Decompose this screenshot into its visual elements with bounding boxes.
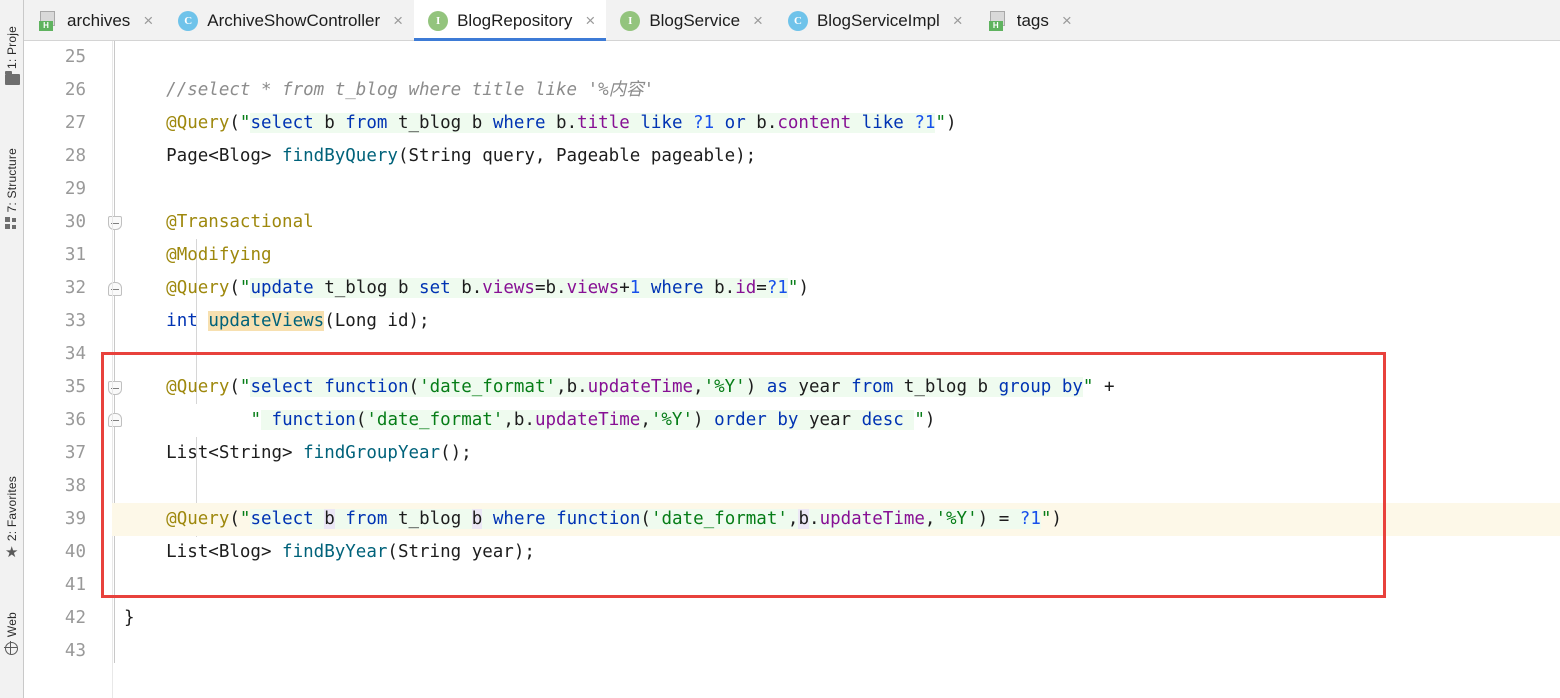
line-number: 33 [64,311,86,331]
code-line[interactable]: @Modifying [112,239,1560,272]
tool-window-structure[interactable]: 7: Structure [0,148,24,231]
tab-label: BlogRepository [457,10,573,30]
code-line[interactable]: Page<Blog> findByQuery(String query, Pag… [112,140,1560,173]
code-editor[interactable]: 25 26 27 28 29 30 31 32 33 34 35 36 37 3… [24,41,1560,698]
close-icon[interactable]: × [753,12,763,29]
tab-label: BlogService [649,10,741,30]
code-line[interactable]: List<Blog> findByYear(String year); [112,536,1560,569]
close-icon[interactable]: × [143,12,153,29]
tool-window-favorites[interactable]: 2: Favorites ★ [0,476,24,560]
close-icon[interactable]: × [953,12,963,29]
line-number: 39 [64,509,86,529]
tab-blogserviceimpl[interactable]: C BlogServiceImpl × [774,0,974,41]
java-interface-icon: I [428,10,449,31]
tool-window-web[interactable]: Web [0,612,24,656]
code-line[interactable]: List<String> findGroupYear(); [112,437,1560,470]
code-line[interactable]: @Query("select function('date_format',b.… [112,371,1560,404]
line-number: 41 [64,575,86,595]
java-class-icon: C [178,10,199,31]
close-icon[interactable]: × [585,12,595,29]
code-line[interactable] [112,41,1560,74]
star-icon: ★ [5,544,19,562]
code-line[interactable]: int updateViews(Long id); [112,305,1560,338]
close-icon[interactable]: × [1062,12,1072,29]
code-line[interactable] [112,635,1560,668]
java-interface-icon: I [620,10,641,31]
code-comment: //select * from t_blog where title like … [166,80,655,100]
tab-blogservice[interactable]: I BlogService × [606,0,774,41]
code-line[interactable]: } [112,602,1560,635]
tool-window-web-label: Web [5,612,19,638]
line-number: 36 [64,410,86,430]
code-line[interactable] [112,470,1560,503]
folder-icon [5,70,20,86]
tab-blogrepository[interactable]: I BlogRepository × [414,0,607,41]
tool-window-project[interactable]: 1: Proje [0,26,24,86]
line-number: 43 [64,641,86,661]
left-tool-strip: 1: Proje 7: Structure 2: Favorites ★ Web [0,0,24,698]
line-number: 34 [64,344,86,364]
code-content[interactable]: //select * from t_blog where title like … [112,41,1560,698]
line-number: 42 [64,608,86,628]
line-number: 25 [64,47,86,67]
code-line-caret[interactable]: @Query("select b from t_blog b where fun… [112,503,1560,536]
tab-label: BlogServiceImpl [816,10,940,30]
code-line[interactable]: //select * from t_blog where title like … [112,74,1560,107]
tab-label: archives [67,10,131,30]
code-line[interactable] [112,569,1560,602]
line-number: 32 [64,278,86,298]
line-number: 29 [64,179,86,199]
editor-tab-bar: archives × C ArchiveShowController × I B… [24,0,1560,41]
ide-window: 1: Proje 7: Structure 2: Favorites ★ Web [0,0,1560,698]
tab-archiveshowcontroller[interactable]: C ArchiveShowController × [164,0,414,41]
line-number: 40 [64,542,86,562]
code-line[interactable]: " function('date_format',b.updateTime,'%… [112,404,1560,437]
line-number: 27 [64,113,86,133]
html-file-icon [988,10,1008,31]
line-number: 30 [64,212,86,232]
code-line[interactable]: @Query("update t_blog b set b.views=b.vi… [112,272,1560,305]
code-line[interactable] [112,338,1560,371]
tool-window-structure-label: 7: Structure [5,148,19,213]
html-file-icon [38,10,58,31]
line-number: 31 [64,245,86,265]
line-number: 26 [64,80,86,100]
tab-label: ArchiveShowController [207,10,381,30]
tool-window-project-label: 1: Proje [5,26,19,69]
code-line[interactable] [112,173,1560,206]
code-line[interactable]: @Query("select b from t_blog b where b.t… [112,107,1560,140]
highlighted-symbol[interactable]: updateViews [208,311,325,331]
structure-icon [5,217,19,231]
line-number: 28 [64,146,86,166]
editor-gutter[interactable]: 25 26 27 28 29 30 31 32 33 34 35 36 37 3… [24,41,122,698]
line-number: 35 [64,377,86,397]
tab-tags[interactable]: tags × [974,0,1083,41]
java-class-icon: C [787,10,808,31]
line-number: 37 [64,443,86,463]
code-line[interactable]: @Transactional [112,206,1560,239]
tool-window-favorites-label: 2: Favorites [5,476,19,542]
line-number: 38 [64,476,86,496]
tab-label: tags [1016,10,1049,30]
close-icon[interactable]: × [393,12,403,29]
tab-archives[interactable]: archives × [24,0,164,41]
globe-icon [4,642,19,656]
